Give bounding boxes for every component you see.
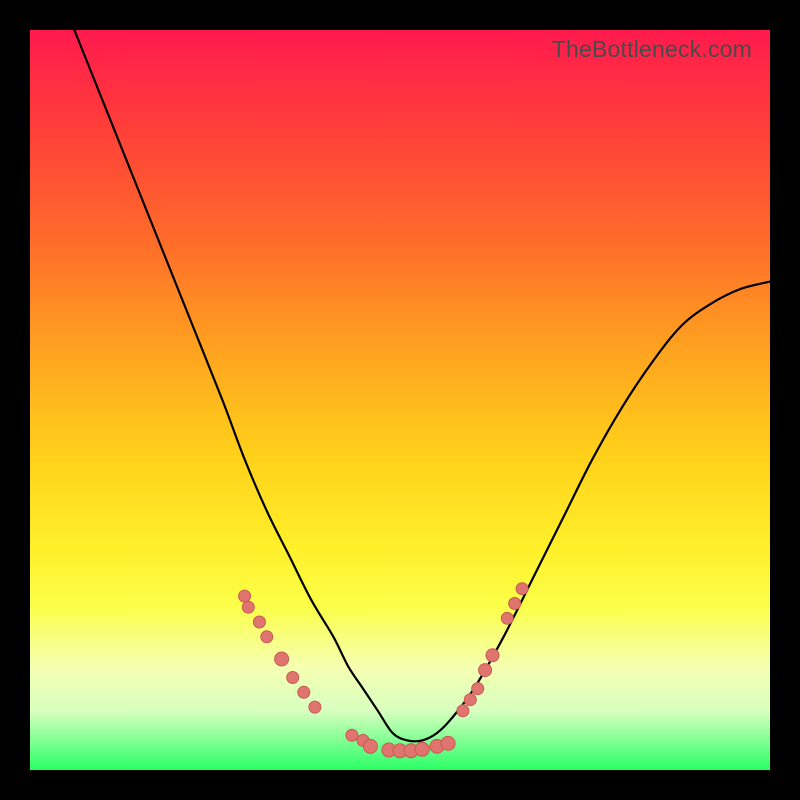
data-marker [509,598,521,610]
data-marker [363,739,377,753]
data-marker [253,616,265,628]
marker-group [239,583,528,758]
data-marker [441,736,455,750]
bottleneck-curve [74,30,770,741]
data-marker [298,686,310,698]
data-marker [275,652,289,666]
data-marker [486,649,499,662]
data-marker [415,742,429,756]
data-marker [309,701,321,713]
plot-area: TheBottleneck.com [30,30,770,770]
data-marker [457,705,469,717]
chart-svg [30,30,770,770]
data-marker [287,672,299,684]
data-marker [464,694,476,706]
data-marker [472,683,484,695]
data-marker [239,590,251,602]
chart-frame: TheBottleneck.com [0,0,800,800]
data-marker [479,664,492,677]
data-marker [261,631,273,643]
data-marker [242,601,254,613]
data-marker [501,612,513,624]
data-marker [346,729,358,741]
data-marker [516,583,528,595]
